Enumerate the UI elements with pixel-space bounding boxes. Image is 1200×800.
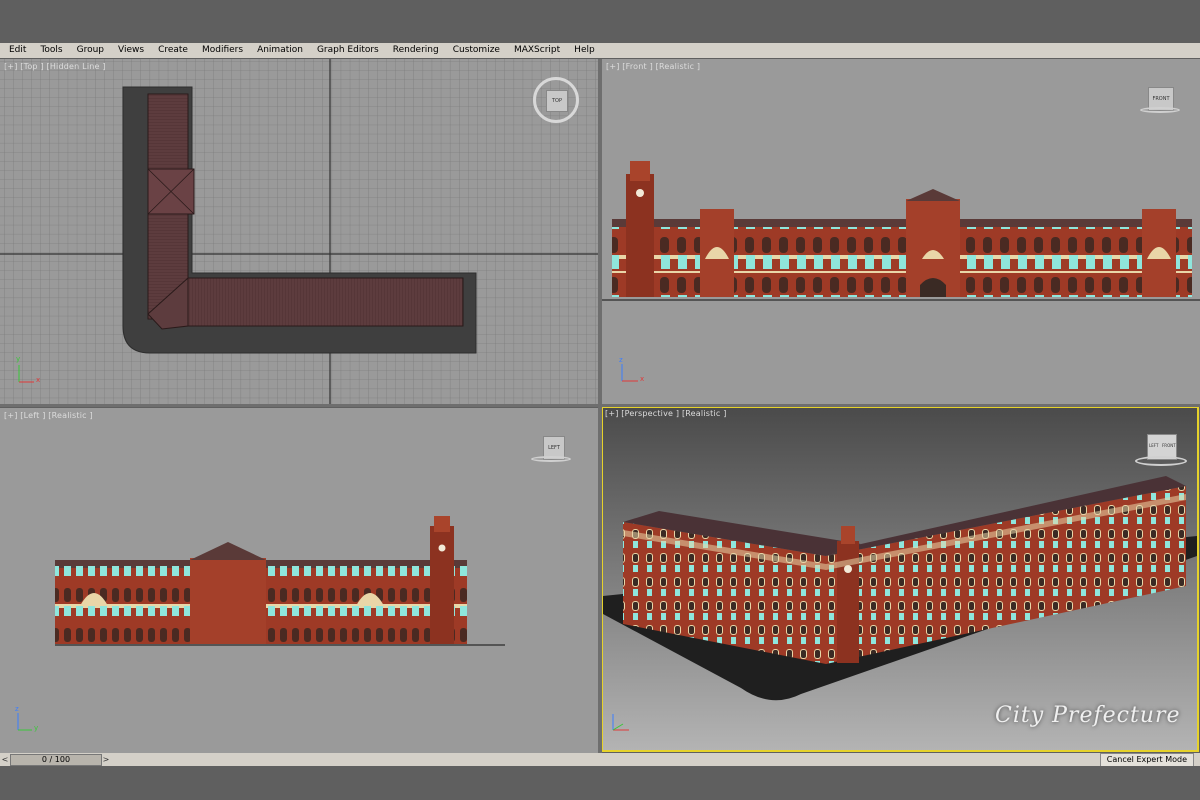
viewport-front[interactable]: [+] [Front ] [Realistic ] z x FRONT bbox=[602, 59, 1200, 404]
viewcube-perspective-front: FRONT bbox=[1162, 443, 1176, 448]
viewport-top[interactable]: [+] [Top ] [Hidden Line ] y x TOP bbox=[0, 59, 598, 404]
menu-modifiers[interactable]: Modifiers bbox=[195, 43, 250, 58]
viewcube-top[interactable]: TOP bbox=[533, 77, 579, 123]
menu-edit[interactable]: Edit bbox=[0, 43, 33, 58]
menu-rendering[interactable]: Rendering bbox=[386, 43, 446, 58]
axis-label-y: y bbox=[16, 355, 21, 363]
viewcube-front[interactable]: FRONT bbox=[1140, 87, 1180, 115]
menu-maxscript[interactable]: MAXScript bbox=[507, 43, 567, 58]
viewport-left-label[interactable]: [+] [Left ] [Realistic ] bbox=[4, 411, 93, 420]
axis-tripod-perspective bbox=[609, 712, 639, 732]
axis-tripod-left bbox=[17, 713, 32, 731]
viewport-top-label[interactable]: [+] [Top ] [Hidden Line ] bbox=[4, 62, 106, 71]
cancel-expert-mode-button[interactable]: Cancel Expert Mode bbox=[1099, 753, 1194, 767]
viewcube-perspective-ring[interactable] bbox=[1135, 456, 1187, 466]
watermark-city-prefecture: City Prefecture bbox=[995, 703, 1181, 728]
axis-tripod-front bbox=[621, 364, 638, 382]
menu-group[interactable]: Group bbox=[70, 43, 111, 58]
viewcube-perspective[interactable]: LEFT FRONT bbox=[1135, 432, 1187, 470]
viewcube-front-ring[interactable] bbox=[1140, 107, 1180, 113]
viewport-front-label[interactable]: [+] [Front ] [Realistic ] bbox=[606, 62, 700, 71]
viewport-splitter-horizontal[interactable] bbox=[0, 404, 1200, 407]
viewport-left[interactable]: [+] [Left ] [Realistic ] z y LEFT bbox=[0, 408, 598, 753]
time-bar: < 0 / 100 > Cancel Expert Mode bbox=[0, 753, 1200, 767]
axis-label-y-left: y bbox=[34, 724, 39, 732]
time-next-button[interactable]: > bbox=[101, 754, 111, 765]
viewcube-left[interactable]: LEFT bbox=[531, 436, 571, 464]
axis-label-x-front: x bbox=[640, 375, 645, 383]
menu-create[interactable]: Create bbox=[151, 43, 195, 58]
perspective-view-canvas bbox=[603, 476, 1197, 701]
viewcube-left-ring[interactable] bbox=[531, 456, 571, 462]
axis-label-z-left: z bbox=[15, 705, 19, 713]
top-view-canvas bbox=[0, 59, 598, 404]
menu-customize[interactable]: Customize bbox=[446, 43, 507, 58]
axis-label-x: x bbox=[36, 376, 41, 384]
top-margin bbox=[0, 0, 1200, 43]
viewport-perspective[interactable]: [+] [Perspective ] [Realistic ] LEFT FRO… bbox=[601, 406, 1199, 752]
menu-help[interactable]: Help bbox=[567, 43, 602, 58]
front-view-canvas bbox=[602, 161, 1200, 382]
viewcube-top-face[interactable]: TOP bbox=[546, 90, 568, 112]
time-prev-button[interactable]: < bbox=[0, 754, 10, 765]
menu-bar: Edit Tools Group Views Create Modifiers … bbox=[0, 43, 1200, 58]
left-view-canvas bbox=[17, 516, 505, 731]
menu-animation[interactable]: Animation bbox=[250, 43, 310, 58]
bottom-margin bbox=[0, 766, 1200, 800]
menu-tools[interactable]: Tools bbox=[33, 43, 69, 58]
viewport-perspective-label[interactable]: [+] [Perspective ] [Realistic ] bbox=[605, 409, 727, 418]
axis-label-z: z bbox=[619, 356, 623, 364]
menu-views[interactable]: Views bbox=[111, 43, 151, 58]
viewcube-perspective-left: LEFT bbox=[1149, 443, 1159, 448]
time-slider[interactable]: 0 / 100 bbox=[10, 754, 102, 766]
menu-graph-editors[interactable]: Graph Editors bbox=[310, 43, 386, 58]
